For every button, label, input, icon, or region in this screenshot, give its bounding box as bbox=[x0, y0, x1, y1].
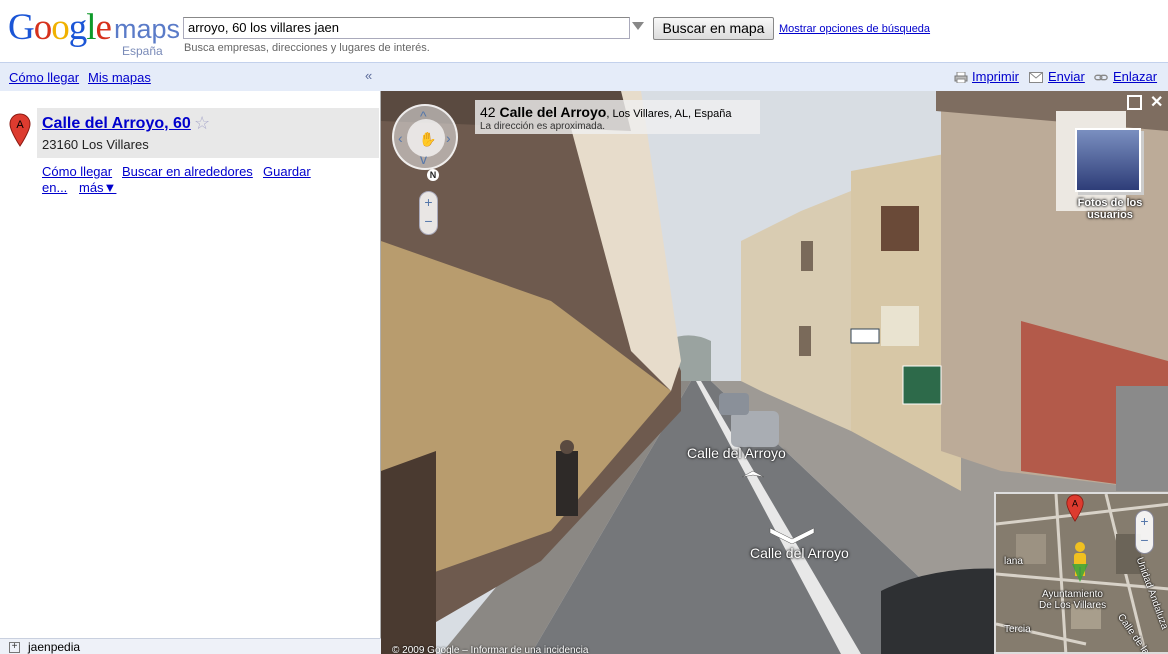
user-photos-thumbnail[interactable] bbox=[1075, 128, 1141, 192]
marker-letter: A bbox=[16, 119, 24, 131]
street-label-far[interactable]: Calle del Arroyo bbox=[687, 445, 786, 461]
compass-north-icon: N bbox=[427, 169, 439, 181]
minimap-marker-icon: A bbox=[1066, 494, 1084, 522]
google-maps-logo[interactable]: Google maps España bbox=[8, 7, 180, 59]
address-note: La dirección es aproximada. bbox=[480, 121, 606, 132]
search-input[interactable]: arroyo, 60 los villares jaen bbox=[183, 17, 630, 39]
pegman-icon[interactable] bbox=[1070, 542, 1090, 582]
address-locality: , Los Villares, AL, España bbox=[606, 108, 732, 120]
country-label: España bbox=[122, 44, 163, 58]
address-number: 42 bbox=[480, 104, 496, 120]
left-toolbar: Cómo llegar Mis mapas « bbox=[0, 62, 381, 91]
result-title-link[interactable]: Calle del Arroyo, 60 bbox=[42, 115, 191, 133]
pan-up-icon[interactable]: ^ bbox=[420, 109, 427, 123]
print-link[interactable]: Imprimir bbox=[972, 69, 1019, 84]
search-hint: Busca empresas, direcciones y lugares de… bbox=[184, 42, 430, 54]
minimap-marker-letter: A bbox=[1072, 498, 1078, 508]
pan-left-icon[interactable]: ‹ bbox=[398, 131, 403, 145]
pan-control[interactable]: ✋ ^ ‹ › v bbox=[392, 104, 458, 170]
directions-tab[interactable]: Cómo llegar bbox=[9, 70, 79, 85]
close-icon[interactable]: ✕ bbox=[1150, 92, 1163, 112]
map-toolbar: Imprimir Enviar Enlazar bbox=[381, 62, 1168, 91]
search-options-link[interactable]: Mostrar opciones de búsqueda bbox=[779, 23, 930, 35]
street-view-minimap[interactable]: A + − Ayuntamiento De Los Villares Terci… bbox=[994, 492, 1168, 654]
maps-wordmark: maps bbox=[114, 14, 181, 44]
fullscreen-icon[interactable] bbox=[1127, 95, 1142, 110]
user-photos-label[interactable]: Fotos de los usuarios bbox=[1066, 197, 1154, 221]
street-view-address: 42 Calle del Arroyo, Los Villares, AL, E… bbox=[480, 104, 731, 120]
minimap-zoom-in-button[interactable]: + bbox=[1136, 513, 1153, 529]
result-address: 23160 Los Villares bbox=[42, 137, 149, 152]
google-wordmark: Google bbox=[8, 7, 112, 48]
minimap-zoom-out-button[interactable]: − bbox=[1136, 532, 1153, 548]
address-street: Calle del Arroyo bbox=[499, 104, 607, 120]
link-link[interactable]: Enlazar bbox=[1113, 69, 1157, 84]
results-panel: A Calle del Arroyo, 60 ☆ 23160 Los Villa… bbox=[0, 91, 381, 654]
layer-label: jaenpedia bbox=[28, 640, 81, 654]
minimap-label: Tercia bbox=[1004, 624, 1031, 635]
zoom-control: + − bbox=[419, 191, 438, 235]
header: Google maps España arroyo, 60 los villar… bbox=[0, 0, 1168, 62]
navigate-back-arrow-icon[interactable] bbox=[740, 469, 766, 479]
street-view-address-box: 42 Calle del Arroyo, Los Villares, AL, E… bbox=[475, 100, 760, 134]
search-button[interactable]: Buscar en mapa bbox=[653, 17, 774, 40]
street-label-near[interactable]: Calle del Arroyo bbox=[750, 545, 849, 561]
navigate-forward-arrow-icon[interactable] bbox=[768, 524, 816, 544]
search-history-dropdown-icon[interactable] bbox=[632, 22, 644, 30]
minimap-label: Ayuntamiento bbox=[1042, 589, 1103, 600]
minimap-zoom-control: + − bbox=[1135, 510, 1154, 554]
minimap-label: De Los Villares bbox=[1039, 600, 1107, 611]
my-maps-tab[interactable]: Mis mapas bbox=[88, 70, 151, 85]
street-view-panorama[interactable]: ✋ ^ ‹ › v N + − 42 Calle del Arroyo, Los… bbox=[381, 91, 1168, 654]
zoom-in-button[interactable]: + bbox=[420, 194, 437, 210]
copyright-footer[interactable]: © 2009 Google – Informar de una incidenc… bbox=[392, 645, 588, 654]
zoom-out-button[interactable]: − bbox=[420, 213, 437, 229]
link-icon bbox=[1094, 74, 1108, 81]
map-marker-icon[interactable]: A bbox=[9, 113, 31, 147]
collapse-panel-icon[interactable]: « bbox=[365, 68, 379, 84]
mail-icon bbox=[1029, 72, 1043, 83]
star-icon[interactable]: ☆ bbox=[194, 113, 210, 134]
layer-row-jaenpedia[interactable]: + jaenpedia bbox=[0, 638, 381, 654]
result-item: Calle del Arroyo, 60 ☆ 23160 Los Villare… bbox=[37, 108, 379, 158]
minimap-label: lana bbox=[1004, 556, 1023, 567]
more-link[interactable]: más▼ bbox=[79, 180, 116, 195]
expand-plus-icon[interactable]: + bbox=[9, 642, 20, 653]
pan-down-icon[interactable]: v bbox=[420, 152, 427, 166]
send-link[interactable]: Enviar bbox=[1048, 69, 1085, 84]
hand-icon: ✋ bbox=[419, 131, 437, 147]
print-icon bbox=[954, 72, 968, 83]
pan-right-icon[interactable]: › bbox=[446, 131, 451, 145]
